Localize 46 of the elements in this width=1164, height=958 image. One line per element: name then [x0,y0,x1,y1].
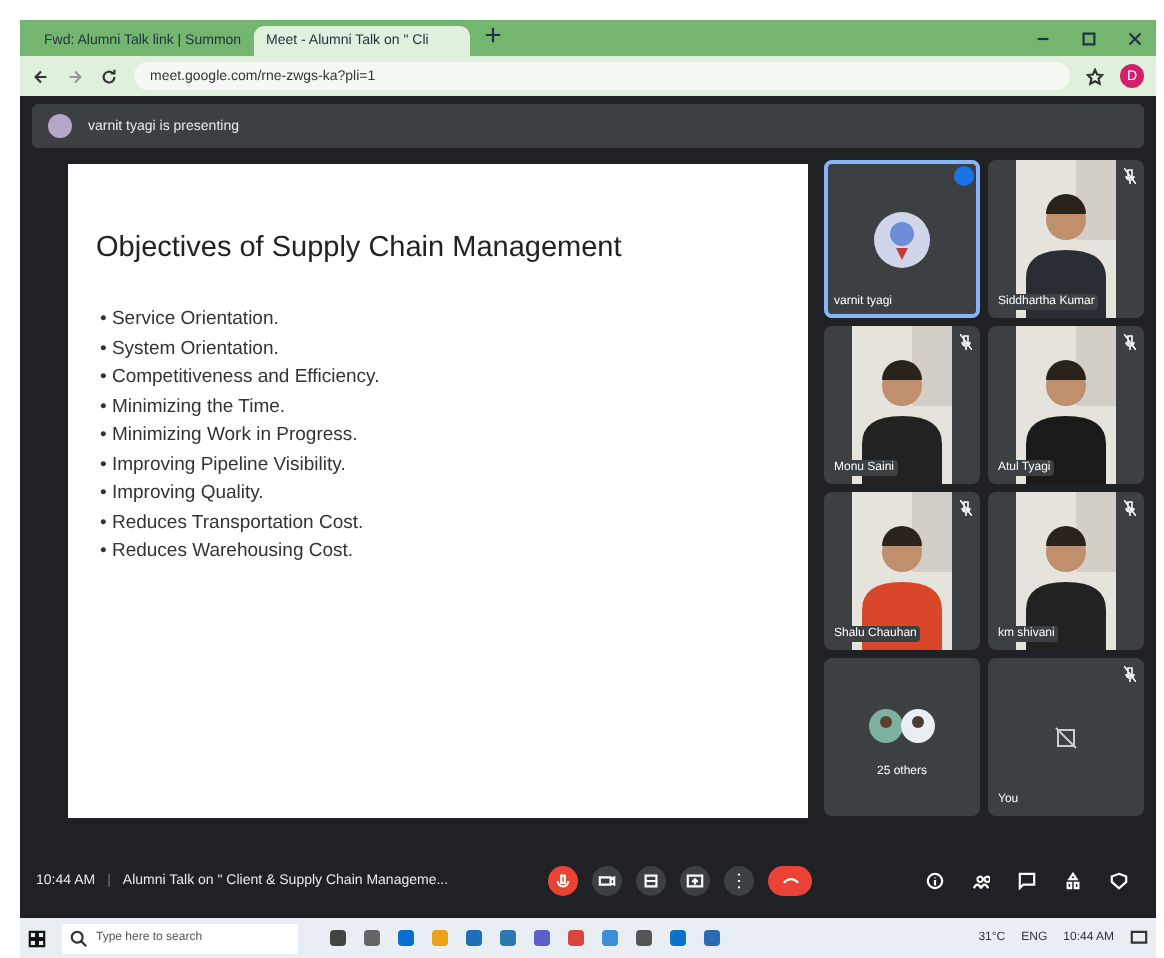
taskbar-app-icon[interactable] [636,930,652,946]
taskbar-app-icon[interactable] [330,930,346,946]
captions-button[interactable] [636,865,667,895]
reload-icon[interactable] [100,67,118,85]
slide-bullet: • System Orientation. [100,337,281,359]
avatar-icon [48,114,72,138]
slide-bullet: • Service Orientation. [100,308,281,330]
end-call-button[interactable] [768,865,813,895]
taskbar-app-icon[interactable] [500,930,516,946]
search-icon[interactable] [70,929,88,947]
info-icon[interactable] [926,871,944,889]
captions-icon[interactable] [642,871,661,889]
chat-icon[interactable] [1018,871,1036,889]
taskbar-app-icon[interactable] [704,930,720,946]
mic-button[interactable] [548,865,579,895]
new-tab-icon[interactable] [484,26,502,44]
mic-off-icon[interactable] [554,871,573,889]
slide-bullet: • Reduces Transportation Cost. [100,511,366,533]
maximize-icon[interactable] [1080,29,1098,47]
slide-bullet: • Reduces Warehousing Cost. [100,540,356,562]
camera-icon[interactable] [598,871,617,889]
windows-icon[interactable] [28,929,46,947]
present-icon[interactable] [686,871,705,889]
star-icon[interactable] [1086,67,1104,85]
taskbar-app-icon[interactable] [670,930,686,946]
slide-title: Objectives of Supply Chain Management [96,232,624,264]
activities-icon[interactable] [1064,871,1082,889]
slide-bullet: • Minimizing the Time. [100,395,288,417]
present-button[interactable] [680,865,711,895]
camera-off-icon [1054,725,1078,749]
taskbar-app-icon[interactable] [466,930,482,946]
notification-icon[interactable] [1130,929,1148,947]
taskbar-app-icon[interactable] [534,930,550,946]
people-icon[interactable] [972,871,990,889]
back-icon[interactable] [32,67,50,85]
taskbar-app-icon[interactable] [568,930,584,946]
shield-icon[interactable] [1110,871,1128,889]
slide-bullet: • Improving Pipeline Visibility. [100,453,348,475]
taskbar-app-icon[interactable] [364,930,380,946]
taskbar-app-icon[interactable] [398,930,414,946]
slide-bullet: • Minimizing Work in Progress. [100,424,360,446]
camera-button[interactable] [592,865,623,895]
slide-bullet: • Competitiveness and Efficiency. [100,366,382,388]
close-icon[interactable] [1126,29,1144,47]
slide-bullet: • Improving Quality. [100,482,266,504]
avatar-group-icon [868,707,936,743]
